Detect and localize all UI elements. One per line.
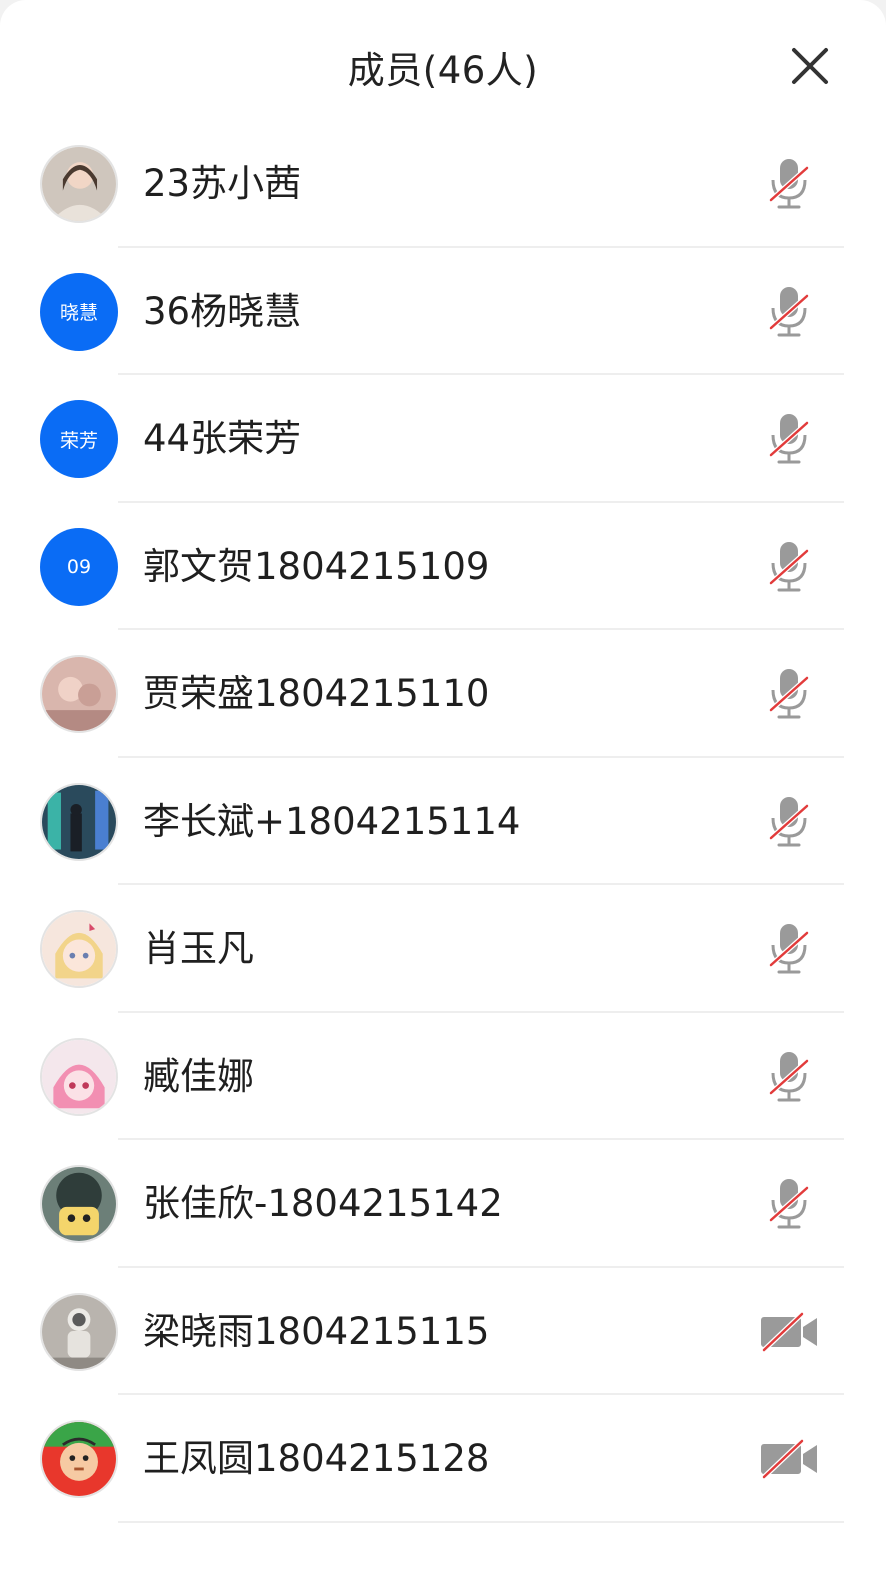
mic-muted-icon (769, 1179, 809, 1229)
member-row[interactable]: 晓慧 36杨晓慧 (0, 248, 886, 375)
member-name: 梁晓雨1804215115 (143, 1309, 490, 1353)
mic-status-button[interactable] (758, 1049, 820, 1105)
panel-header: 成员(46人) (0, 0, 886, 130)
avatar: 09 (40, 527, 118, 606)
avatar (40, 655, 118, 733)
mic-status-button[interactable] (758, 1176, 820, 1232)
avatar (40, 1420, 118, 1498)
member-name: 23苏小茜 (143, 162, 302, 205)
member-row[interactable]: 肖玉凡 (0, 885, 886, 1013)
row-divider (118, 1520, 844, 1523)
member-row[interactable]: 09 郭文贺1804215109 (0, 503, 886, 630)
mic-muted-icon (769, 669, 809, 719)
mic-muted-icon (769, 159, 809, 209)
member-list: 23苏小茜晓慧 36杨晓慧荣芳 44张荣芳 09 郭文贺1804215109 贾荣盛180… (0, 120, 886, 1523)
mic-status-button[interactable] (758, 539, 820, 595)
avatar (40, 1165, 118, 1243)
avatar: 晓慧 (40, 272, 118, 351)
avatar (40, 910, 118, 988)
mic-status-button[interactable] (758, 284, 820, 340)
member-row[interactable]: 贾荣盛1804215110 (0, 630, 886, 758)
member-name: 臧佳娜 (143, 1054, 254, 1098)
member-row[interactable]: 臧佳娜 (0, 1013, 886, 1140)
member-name: 张佳欣-1804215142 (143, 1182, 503, 1225)
member-row[interactable]: 王凤圆1804215128 (0, 1395, 886, 1523)
member-row[interactable]: 梁晓雨1804215115 (0, 1268, 886, 1395)
avatar (40, 1292, 118, 1371)
mic-status-button[interactable] (758, 794, 820, 850)
member-name: 王凤圆1804215128 (143, 1437, 490, 1480)
member-name: 贾荣盛1804215110 (143, 672, 490, 715)
close-icon (792, 48, 828, 84)
mic-muted-icon (769, 796, 809, 846)
member-name: 44张荣芳 (143, 417, 302, 460)
avatar (40, 145, 118, 223)
avatar (40, 1037, 118, 1116)
video-status-button[interactable] (758, 1431, 820, 1487)
mic-status-button[interactable] (758, 156, 820, 212)
mic-muted-icon (769, 1051, 809, 1101)
mic-muted-icon (769, 414, 809, 464)
mic-status-button[interactable] (758, 666, 820, 722)
close-button[interactable] (788, 44, 832, 88)
video-off-icon (761, 1311, 817, 1352)
member-row[interactable]: 李长斌+1804215114 (0, 758, 886, 885)
member-row[interactable]: 23苏小茜 (0, 120, 886, 248)
member-list-panel: 成员(46人) 23苏小茜晓慧 36杨晓慧荣芳 44张荣芳 09 郭文贺18042151… (0, 0, 886, 1575)
video-off-icon (761, 1439, 817, 1479)
video-status-button[interactable] (758, 1304, 820, 1360)
member-row[interactable]: 荣芳 44张荣芳 (0, 375, 886, 503)
mic-status-button[interactable] (758, 411, 820, 467)
member-row[interactable]: 张佳欣-1804215142 (0, 1140, 886, 1268)
mic-muted-icon (769, 286, 809, 336)
mic-muted-icon (769, 924, 809, 974)
avatar: 荣芳 (40, 400, 118, 478)
avatar (40, 782, 118, 861)
member-name: 郭文贺1804215109 (143, 544, 490, 588)
member-name: 36杨晓慧 (143, 289, 302, 333)
panel-title: 成员(46人) (347, 49, 539, 92)
member-name: 李长斌+1804215114 (143, 799, 521, 843)
mic-status-button[interactable] (758, 921, 820, 977)
member-name: 肖玉凡 (143, 927, 254, 970)
mic-muted-icon (769, 541, 809, 591)
